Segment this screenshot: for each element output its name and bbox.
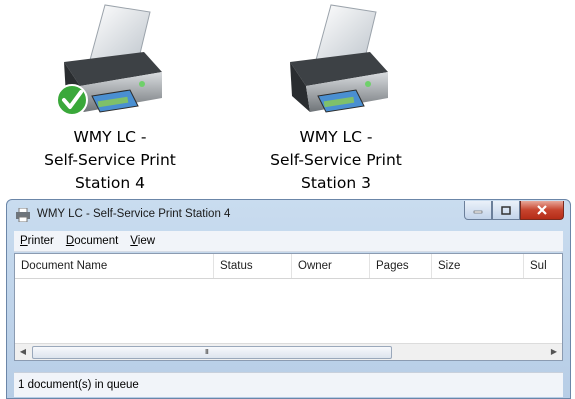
minimize-button[interactable]: [464, 201, 492, 220]
document-list[interactable]: Document Name Status Owner Pages Size Su…: [14, 253, 563, 361]
printer-icon: [56, 4, 162, 116]
column-header-status[interactable]: Status: [214, 254, 292, 278]
column-header-size[interactable]: Size: [432, 254, 524, 278]
scroll-left-icon[interactable]: ◀: [15, 344, 31, 360]
column-header-row: Document Name Status Owner Pages Size Su…: [15, 254, 562, 279]
desktop-icon-label: WMY LC - Self-Service Print Station 3: [270, 128, 402, 192]
printer-icon: [290, 4, 388, 113]
close-button[interactable]: [520, 201, 564, 220]
column-header-pages[interactable]: Pages: [370, 254, 432, 278]
scroll-right-icon[interactable]: ▶: [546, 344, 562, 360]
print-queue-window: WMY LC - Self-Service Print Station 4 Pr…: [6, 199, 571, 399]
desktop-icon-label: WMY LC - Self-Service Print Station 4: [44, 128, 176, 192]
window-title: WMY LC - Self-Service Print Station 4: [37, 208, 231, 220]
menu-bar: Printer Document View: [14, 231, 563, 252]
scroll-thumb[interactable]: III: [32, 346, 392, 359]
menu-document[interactable]: Document: [60, 235, 124, 247]
desktop-printer-icon-station-4[interactable]: WMY LC - Self-Service Print Station 4: [10, 0, 210, 195]
queue-status-text: 1 document(s) in queue: [18, 379, 139, 391]
scroll-grip-icon: III: [205, 349, 209, 356]
default-checkmark-icon: [56, 84, 88, 116]
printer-small-icon: [16, 208, 30, 222]
column-header-document-name[interactable]: Document Name: [15, 254, 214, 278]
desktop-printer-icon-station-3[interactable]: WMY LC - Self-Service Print Station 3: [236, 0, 436, 195]
status-bar: 1 document(s) in queue: [14, 372, 563, 397]
column-header-owner[interactable]: Owner: [292, 254, 370, 278]
caption-buttons: [464, 201, 564, 220]
column-header-submitted[interactable]: Sul: [524, 254, 564, 278]
title-bar[interactable]: WMY LC - Self-Service Print Station 4: [7, 200, 570, 230]
close-icon: [537, 205, 547, 215]
maximize-icon: [501, 205, 511, 215]
horizontal-scrollbar[interactable]: ◀ III ▶: [15, 343, 562, 360]
menu-printer[interactable]: Printer: [14, 235, 60, 247]
maximize-button[interactable]: [492, 201, 520, 220]
minimize-icon: [473, 210, 483, 214]
menu-view[interactable]: View: [124, 235, 161, 247]
